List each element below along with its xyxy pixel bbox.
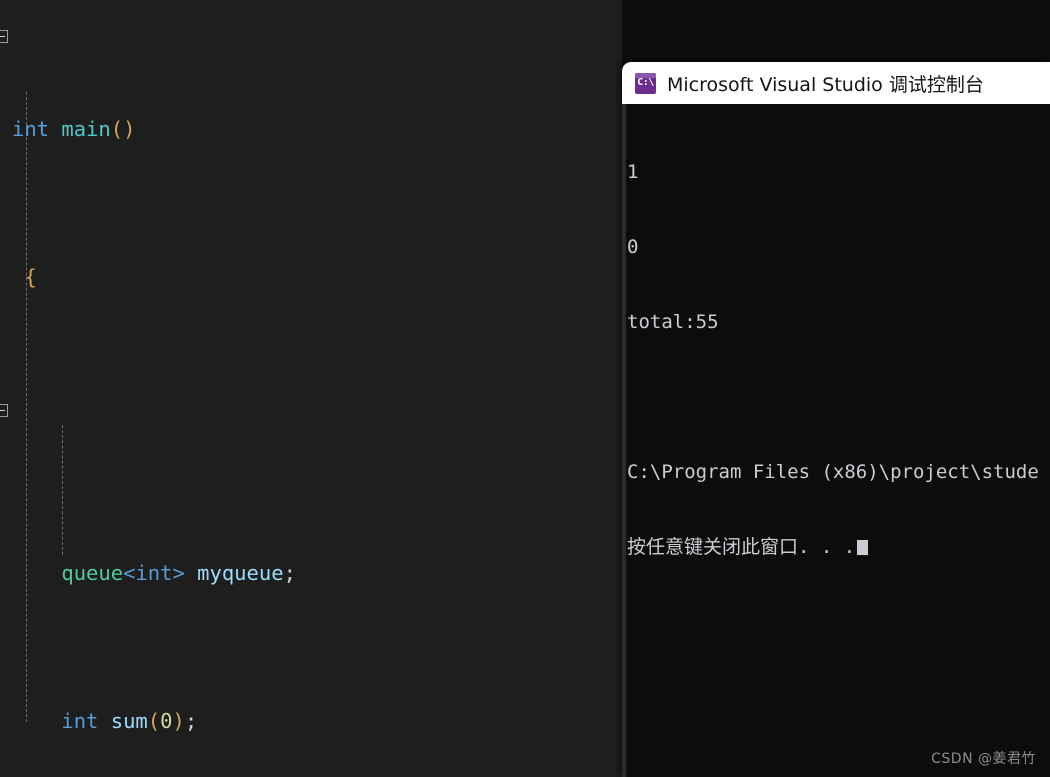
console-output-line: 0 [627, 236, 639, 258]
code-line[interactable]: queue<int> myqueue; [0, 555, 622, 592]
console-scrollbar[interactable] [622, 104, 626, 777]
console-icon-glyph: C:\ [637, 76, 654, 88]
console-output[interactable]: 1 0 total:55 C:\Program Files (x86)\proj… [622, 104, 1050, 610]
token-angle-close: > [172, 561, 185, 585]
token-semicolon: ; [184, 709, 198, 733]
token-sum: sum [110, 709, 148, 733]
console-titlebar[interactable]: C:\ Microsoft Visual Studio 调试控制台 [622, 62, 1050, 104]
console-cursor [857, 540, 869, 555]
console-window-icon: C:\ [635, 72, 656, 94]
console-window-title: Microsoft Visual Studio 调试控制台 [667, 73, 984, 96]
token-brace-open: { [24, 265, 37, 289]
token-paren-open: ( [147, 709, 161, 733]
code-line[interactable]: int main() [0, 111, 622, 148]
code-editor-pane[interactable]: int main() { queue<int> myqueue; int sum… [0, 0, 622, 777]
token-int: int [135, 561, 173, 585]
code-line[interactable]: { [0, 259, 622, 296]
token-int: int [12, 117, 50, 141]
token-int: int [61, 709, 99, 733]
console-prompt-text: 按任意键关闭此窗口. . . [627, 536, 856, 558]
token-angle-open: < [123, 561, 136, 585]
token-myqueue: myqueue [197, 561, 284, 585]
token-queue: queue [61, 561, 124, 585]
token-semicolon: ; [283, 561, 296, 585]
token-zero: 0 [160, 709, 173, 733]
token-paren-close: ) [172, 709, 185, 733]
console-output-line: total:55 [627, 311, 719, 333]
code-line[interactable]: int sum(0); [0, 703, 622, 740]
code-text[interactable]: int main() { queue<int> myqueue; int sum… [0, 0, 622, 777]
token-main: main [61, 117, 111, 141]
watermark: CSDN @姜君竹 [931, 751, 1036, 767]
console-output-line: 1 [627, 161, 639, 183]
code-line-blank[interactable] [0, 407, 622, 444]
debug-console-window[interactable]: C:\ Microsoft Visual Studio 调试控制台 1 0 to… [622, 62, 1050, 777]
token-paren-close: ) [123, 117, 136, 141]
console-output-line-blank [627, 385, 1050, 410]
console-output-line: C:\Program Files (x86)\project\stude [627, 461, 1039, 483]
token-paren-open: ( [110, 117, 124, 141]
console-prompt-line: 按任意键关闭此窗口. . . [627, 535, 1050, 560]
